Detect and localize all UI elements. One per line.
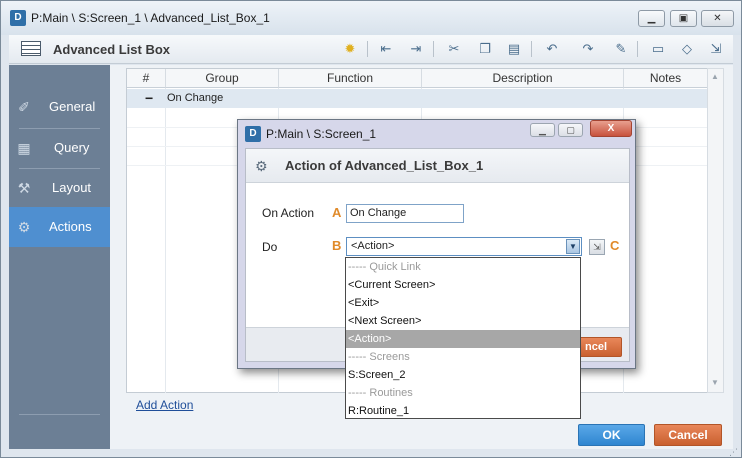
dialog-logo-icon: D [245,126,261,142]
dropdown-option[interactable]: S:Screen_2 [346,366,580,384]
general-icon: ✐ [18,99,30,115]
dropdown-option[interactable]: <Next Screen> [346,312,580,330]
do-label: Do [262,240,278,254]
lightbulb-icon[interactable]: ✹ [341,40,359,58]
dropdown-option[interactable]: R:Routine_1 [346,402,580,420]
app-logo-icon: D [10,10,26,26]
undo-icon[interactable]: ↶ [543,40,561,58]
grid-scrollbar[interactable]: ▲ ▼ [707,68,724,393]
marker-a: A [332,205,342,220]
group-row-on-change[interactable]: − On Change [127,89,708,108]
sidebar-item-label: Layout [52,180,92,195]
column-header-description[interactable]: Description [422,69,624,88]
marker-b: B [332,238,342,253]
toolbar-separator [531,41,532,57]
dialog-maximize-icon[interactable]: ▢ [558,123,583,137]
add-action-link[interactable]: Add Action [136,398,193,412]
sidebar-item-label: Query [54,140,90,155]
column-divider [165,88,166,393]
toolbar-separator [433,41,434,57]
on-action-field[interactable]: On Change [346,204,464,223]
chevron-down-icon[interactable]: ▼ [566,239,580,254]
toolbar-title: Advanced List Box [53,42,171,57]
speech-bubble-icon[interactable]: ▭ [649,40,667,58]
column-header-notes[interactable]: Notes [624,69,708,88]
outdent-icon[interactable]: ⇤ [377,40,395,58]
paste-icon[interactable]: ▤ [505,40,523,58]
dialog-minimize-icon[interactable]: ▁ [530,123,555,137]
resize-grip-icon[interactable]: ⋰ [729,447,738,458]
sidebar-item-label: Actions [49,219,92,234]
window-title: P:Main \ S:Screen_1 \ Advanced_List_Box_… [31,11,270,25]
sidebar-item-label: General [49,99,96,114]
dropdown-group-header: ----- Screens [348,351,410,363]
dropdown-group-header: ----- Quick Link [348,261,421,273]
dropdown-option-selected[interactable]: <Action> [346,330,580,348]
dropdown-option[interactable]: <Exit> [346,294,580,312]
column-header-number[interactable]: # [127,69,166,88]
do-select[interactable]: <Action> ▼ [346,237,582,256]
toolbar-separator [367,41,368,57]
tag-icon[interactable]: ◇ [678,40,696,58]
cancel-button[interactable]: Cancel [654,424,722,446]
do-dropdown-list: ----- Quick Link <Current Screen> <Exit>… [345,257,581,419]
sidebar-divider [19,414,100,415]
toolbar: Advanced List Box ✹ ⇤ ⇥ ✂ ❐ ▤ ↶ ↷ ✎ ▭ ◇ … [9,35,733,64]
close-icon[interactable]: ✕ [701,10,734,27]
title-bar: D P:Main \ S:Screen_1 \ Advanced_List_Bo… [1,1,741,35]
dialog-window-title: P:Main \ S:Screen_1 [266,127,377,141]
gear-icon: ⚙ [255,158,268,174]
dialog-header: ⚙ Action of Advanced_List_Box_1 [246,149,629,183]
query-icon: ▦ [17,140,31,156]
scroll-down-icon[interactable]: ▼ [711,378,719,387]
comment-icon[interactable]: ✎ [612,40,630,58]
sidebar-item-layout[interactable]: ⚒ Layout [9,168,110,208]
do-select-value: <Action> [351,240,395,252]
actions-icon: ⚙ [17,219,31,235]
ok-button[interactable]: OK [578,424,645,446]
cut-icon[interactable]: ✂ [445,40,463,58]
indent-icon[interactable]: ⇥ [407,40,425,58]
dropdown-option[interactable]: <Current Screen> [346,276,580,294]
sidebar-item-actions[interactable]: ⚙ Actions [9,207,110,247]
dialog-close-button[interactable]: X [590,120,632,137]
marker-c: C [610,238,620,253]
sidebar: ✐ General ▦ Query ⚒ Layout ⚙ Actions [9,65,110,449]
copy-icon[interactable]: ❐ [476,40,494,58]
dropdown-group-header: ----- Routines [348,387,413,399]
on-action-label: On Action [262,206,315,220]
list-box-icon [21,41,41,56]
layout-icon: ⚒ [17,180,31,196]
dialog-heading: Action of Advanced_List_Box_1 [285,158,484,173]
minimize-icon[interactable]: ▁ [638,10,665,27]
collapse-toggle[interactable]: − [145,89,153,107]
group-row-label: On Change [167,92,224,104]
toolbar-separator [637,41,638,57]
column-header-group[interactable]: Group [166,69,279,88]
redo-icon[interactable]: ↷ [579,40,597,58]
column-header-function[interactable]: Function [279,69,422,88]
export-icon[interactable]: ⇲ [707,40,725,58]
scroll-up-icon[interactable]: ▲ [711,72,719,81]
sidebar-item-query[interactable]: ▦ Query [9,128,110,168]
sidebar-item-general[interactable]: ✐ General [9,87,110,127]
maximize-icon[interactable]: ▣ [670,10,697,27]
edit-action-icon[interactable]: ⇲ [589,239,605,255]
